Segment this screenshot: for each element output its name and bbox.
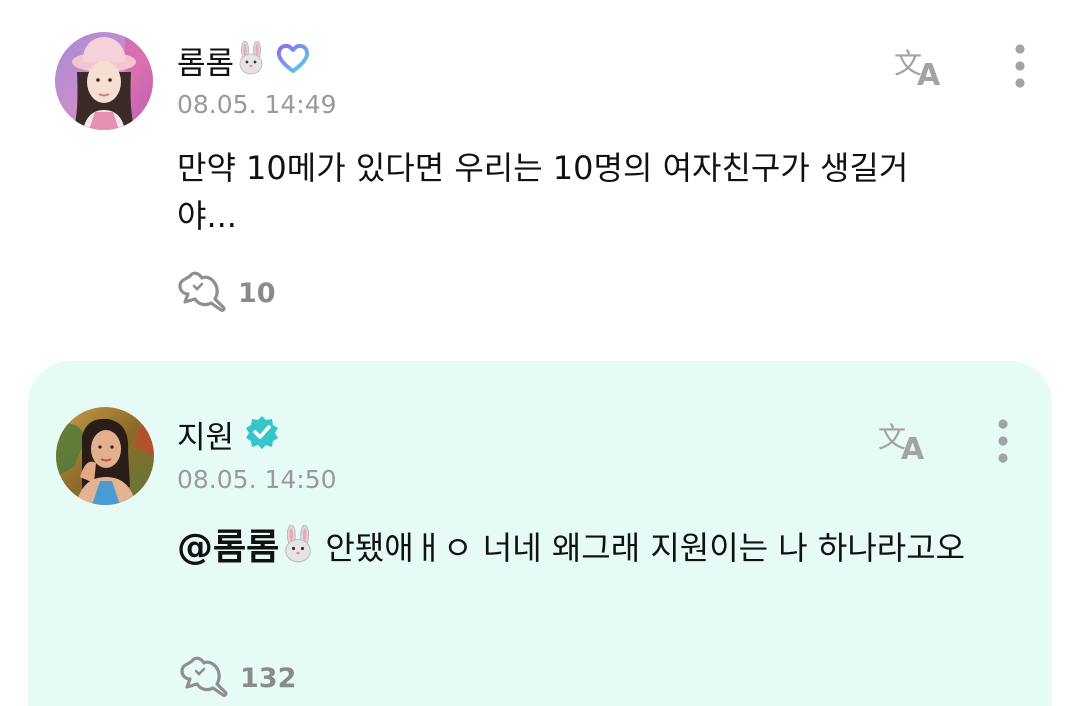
verified-badge-icon [244, 414, 280, 454]
svg-text:A: A [901, 432, 925, 463]
translate-icon[interactable]: 文 A [893, 43, 949, 93]
like-count: 132 [240, 662, 297, 694]
author-name[interactable]: 롬롬 [177, 38, 234, 83]
avatar-image [56, 407, 154, 505]
avatar[interactable] [55, 32, 153, 130]
mention-link[interactable]: @롬롬 [177, 527, 279, 568]
more-vertical-icon[interactable] [1010, 41, 1030, 91]
translate-icon[interactable]: 文 A [877, 417, 933, 467]
like-count: 10 [238, 277, 276, 309]
like-icon [176, 270, 228, 316]
avatar[interactable] [56, 407, 154, 505]
comment-text: 만약 10메가 있다면 우리는 10명의 여자친구가 생길거야... [177, 149, 909, 235]
like-icon [178, 655, 230, 701]
more-vertical-icon[interactable] [993, 416, 1013, 466]
comment-thread: 롬롬 08.05. 14:49 만약 10메가 있다면 우리는 10명의 여자친… [0, 0, 1080, 706]
rabbit-face-icon [236, 40, 266, 79]
comment: 롬롬 08.05. 14:49 만약 10메가 있다면 우리는 10명의 여자친… [0, 0, 1080, 355]
weverse-heart-badge-icon [276, 42, 310, 78]
avatar-image [55, 32, 153, 130]
author-row: 롬롬 [177, 38, 310, 82]
rabbit-face-icon [281, 524, 315, 576]
author-row: 지원 [177, 412, 280, 456]
comment-timestamp: 08.05. 14:50 [177, 465, 337, 494]
like-button[interactable]: 10 [176, 270, 276, 316]
comment-timestamp: 08.05. 14:49 [177, 90, 337, 119]
like-button[interactable]: 132 [178, 655, 296, 701]
svg-text:A: A [917, 58, 941, 89]
comment-text: @롬롬 안됐애ㅐㅇ 너네 왜그래 지원이는 나 하나라고오 [177, 524, 967, 576]
author-name[interactable]: 지원 [177, 412, 234, 457]
reply-text: 안됐애ㅐㅇ 너네 왜그래 지원이는 나 하나라고오 [315, 529, 966, 567]
